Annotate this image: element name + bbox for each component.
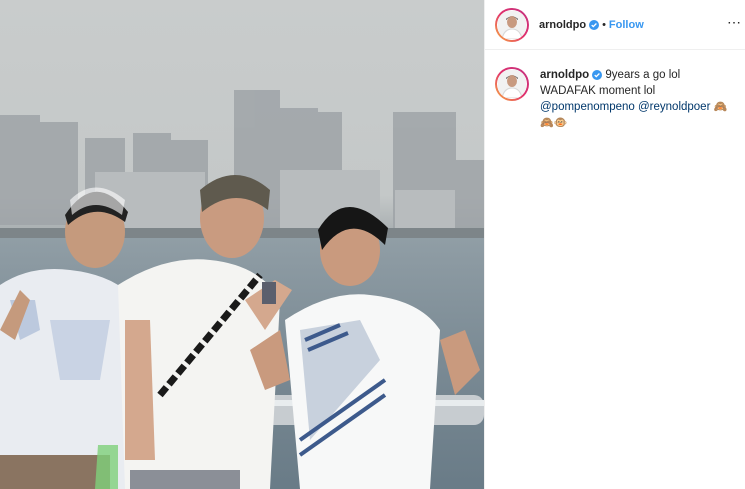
caption-comment: arnoldpo 9years a go lol WADAFAK moment … [485,50,745,131]
caption-text: arnoldpo 9years a go lol WADAFAK moment … [540,67,737,131]
photo-scene [0,90,484,489]
mention-link-2[interactable]: @reynoldpoer [638,101,710,113]
caption-avatar-photo [498,70,526,98]
post-header: arnoldpo • Follow ⋯ [485,0,745,50]
caption-username[interactable]: arnoldpo [540,69,589,81]
caption-avatar[interactable] [495,67,529,101]
mention-link-1[interactable]: @pompenompeno [540,101,635,113]
separator-dot: • [602,18,606,31]
avatar[interactable] [495,7,529,42]
follow-button[interactable]: Follow [609,19,644,31]
verified-badge-icon [589,19,600,30]
caption-verified-badge-icon [592,69,603,80]
avatar-photo [498,10,526,39]
post-username[interactable]: arnoldpo [539,19,586,31]
more-options-icon[interactable]: ⋯ [727,14,741,31]
post-photo[interactable] [0,0,484,489]
post-side-panel: arnoldpo • Follow ⋯ arnoldpo 9years a go… [484,0,745,489]
